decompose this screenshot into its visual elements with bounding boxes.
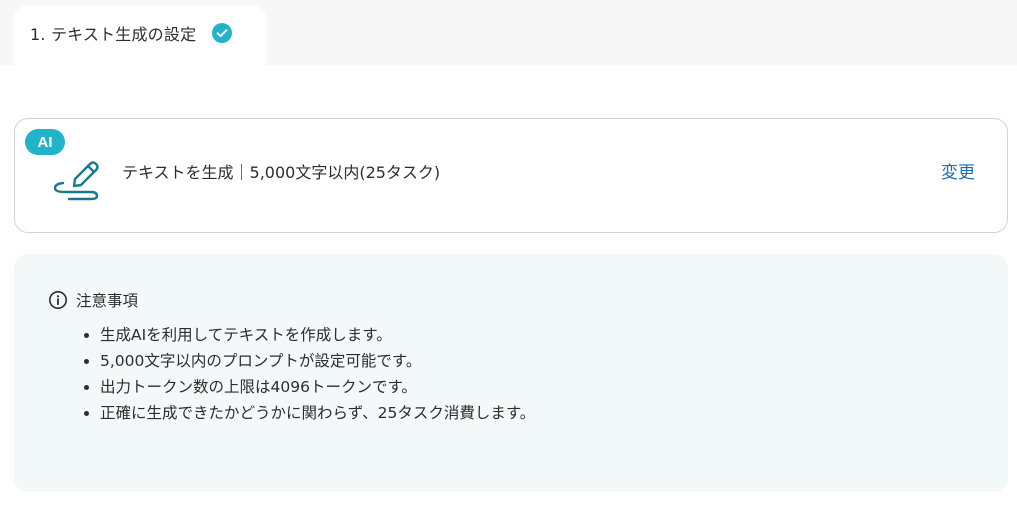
tab-text-generation-settings[interactable]: 1. テキスト生成の設定 (14, 6, 266, 65)
notice-item: 正確に生成できたかどうかに関わらず、25タスク消費します。 (80, 400, 535, 426)
notice-panel: 注意事項 生成AIを利用してテキストを作成します。 5,000文字以内のプロンプ… (14, 254, 1008, 492)
notice-list: 生成AIを利用してテキストを作成します。 5,000文字以内のプロンプトが設定可… (80, 322, 535, 426)
ai-action-card: AI テキストを生成｜5,000文字以内(25タスク) 変更 (14, 118, 1008, 233)
notice-title: 注意事項 (76, 292, 139, 310)
check-circle-icon (212, 22, 233, 43)
action-summary: テキストを生成｜5,000文字以内(25タスク) (122, 163, 441, 182)
pen-icon (53, 161, 99, 201)
info-icon (49, 291, 67, 309)
notice-item: 出力トークン数の上限は4096トークンです。 (80, 374, 535, 400)
notice-item: 生成AIを利用してテキストを作成します。 (80, 322, 535, 348)
tab-label: 1. テキスト生成の設定 (30, 24, 197, 44)
notice-item: 5,000文字以内のプロンプトが設定可能です。 (80, 348, 535, 374)
notice-header: 注意事項 (48, 289, 138, 311)
tab-bar: 1. テキスト生成の設定 (0, 0, 1017, 65)
change-link[interactable]: 変更 (941, 161, 975, 185)
